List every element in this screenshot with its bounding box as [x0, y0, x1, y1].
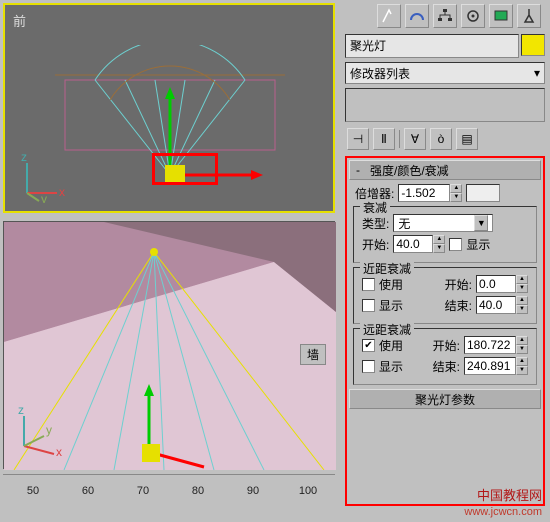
modifier-list-dropdown[interactable]: 修改器列表 ▾: [345, 62, 545, 84]
light-color-swatch[interactable]: [466, 184, 500, 202]
spin-down-icon[interactable]: ▼: [516, 366, 528, 375]
decay-group: 衰减 类型: 无 ▼ 开始: ▲▼ 显示: [353, 206, 537, 263]
near-start-label: 开始:: [445, 276, 472, 293]
svg-text:x: x: [56, 445, 62, 456]
decay-start-label: 开始:: [362, 236, 389, 253]
spin-down-icon[interactable]: ▼: [516, 345, 528, 354]
decay-type-select[interactable]: 无 ▼: [393, 214, 493, 232]
rollup-spotlight-title: 聚光灯参数: [415, 391, 475, 408]
near-show-checkbox[interactable]: [362, 299, 375, 312]
near-use-label: 使用: [379, 276, 403, 293]
show-end-result-button[interactable]: Ⅱ: [373, 128, 395, 150]
near-end-input[interactable]: [476, 296, 516, 314]
far-use-label: 使用: [379, 337, 403, 354]
decay-type-value: 无: [398, 215, 410, 232]
intensity-rollup-highlight: - 强度/颜色/衰减 倍增器: ▲▼ 衰减 类型: 无 ▼ 开始:: [345, 156, 545, 506]
configure-sets-button[interactable]: ▤: [456, 128, 478, 150]
spin-up-icon[interactable]: ▲: [516, 336, 528, 345]
object-color-swatch[interactable]: [521, 34, 545, 56]
chevron-down-icon: ▼: [474, 215, 488, 231]
decay-show-checkbox[interactable]: [449, 238, 462, 251]
highlight-box: [152, 153, 218, 185]
viewport-front-label: 前: [13, 11, 26, 30]
timeline-ruler[interactable]: 50 60 70 80 90 100: [3, 474, 335, 502]
decay-start-spinner[interactable]: ▲▼: [393, 235, 445, 253]
spin-down-icon[interactable]: ▼: [516, 284, 528, 293]
watermark-line2: www.jcwcn.com: [464, 506, 542, 518]
near-atten-title: 近距衰减: [360, 260, 414, 277]
chevron-down-icon: ▾: [534, 66, 540, 80]
far-start-spinner[interactable]: ▲▼: [464, 336, 528, 354]
far-atten-group: 远距衰减 ✔ 使用 开始: ▲▼ 显示 结束: ▲▼: [353, 328, 537, 385]
decay-type-label: 类型:: [362, 215, 389, 232]
far-use-checkbox[interactable]: ✔: [362, 339, 375, 352]
multiplier-input[interactable]: [398, 184, 450, 202]
spin-down-icon[interactable]: ▼: [450, 193, 462, 202]
object-name-input[interactable]: 聚光灯: [345, 34, 519, 58]
motion-tab[interactable]: [461, 4, 485, 28]
rollup-spotlight-header[interactable]: 聚光灯参数: [349, 389, 541, 409]
decay-show-label: 显示: [466, 236, 490, 253]
axis-indicator-bot: z x y: [14, 406, 64, 456]
far-end-spinner[interactable]: ▲▼: [464, 357, 528, 375]
ruler-tick-label: 60: [82, 485, 94, 497]
ruler-tick-label: 80: [192, 485, 204, 497]
svg-text:y: y: [46, 423, 52, 437]
rollup-intensity-title: 强度/颜色/衰减: [370, 162, 449, 179]
modifier-list-label: 修改器列表: [350, 65, 410, 82]
multiplier-spinner[interactable]: ▲▼: [398, 184, 462, 202]
far-start-label: 开始:: [433, 337, 460, 354]
near-start-input[interactable]: [476, 275, 516, 293]
viewport-perspective[interactable]: 墙 z x y: [3, 221, 335, 469]
near-end-label: 结束:: [445, 297, 472, 314]
spin-up-icon[interactable]: ▲: [516, 296, 528, 305]
far-show-checkbox[interactable]: [362, 360, 375, 373]
hierarchy-tab[interactable]: [433, 4, 457, 28]
spin-down-icon[interactable]: ▼: [433, 244, 445, 253]
display-tab[interactable]: [489, 4, 513, 28]
svg-text:z: z: [21, 153, 27, 164]
far-end-input[interactable]: [464, 357, 516, 375]
remove-modifier-button[interactable]: ò: [430, 128, 452, 150]
spin-down-icon[interactable]: ▼: [516, 305, 528, 314]
ruler-tick-label: 90: [247, 485, 259, 497]
spin-up-icon[interactable]: ▲: [450, 184, 462, 193]
near-start-spinner[interactable]: ▲▼: [476, 275, 528, 293]
pin-stack-button[interactable]: ⊣: [347, 128, 369, 150]
far-end-label: 结束:: [433, 358, 460, 375]
near-end-spinner[interactable]: ▲▼: [476, 296, 528, 314]
spin-up-icon[interactable]: ▲: [433, 235, 445, 244]
watermark-line1: 中国教程网: [477, 485, 542, 504]
near-show-label: 显示: [379, 297, 403, 314]
svg-text:x: x: [59, 185, 65, 199]
decay-start-input[interactable]: [393, 235, 433, 253]
far-atten-title: 远距衰减: [360, 321, 414, 338]
near-atten-group: 近距衰减 使用 开始: ▲▼ 显示 结束: ▲▼: [353, 267, 537, 324]
ruler-tick-label: 70: [137, 485, 149, 497]
axis-indicator-top: z x y: [17, 153, 67, 203]
viewport-front[interactable]: 前 z x y: [3, 3, 335, 213]
decay-group-title: 衰减: [360, 199, 390, 216]
command-panel-tabs: [345, 2, 545, 30]
near-use-checkbox[interactable]: [362, 278, 375, 291]
far-show-label: 显示: [379, 358, 403, 375]
utilities-tab[interactable]: [517, 4, 541, 28]
spin-up-icon[interactable]: ▲: [516, 275, 528, 284]
spin-up-icon[interactable]: ▲: [516, 357, 528, 366]
far-start-input[interactable]: [464, 336, 516, 354]
svg-text:z: z: [18, 406, 24, 417]
wall-label: 墙: [300, 344, 326, 365]
ruler-tick-label: 50: [27, 485, 39, 497]
create-tab[interactable]: [377, 4, 401, 28]
modifier-stack-toolbar: ⊣ Ⅱ ∀ ò ▤: [345, 126, 545, 152]
modifier-stack[interactable]: [345, 88, 545, 122]
make-unique-button[interactable]: ∀: [404, 128, 426, 150]
collapse-icon: -: [356, 163, 360, 177]
rollup-intensity-header[interactable]: - 强度/颜色/衰减: [349, 160, 541, 180]
ruler-tick-label: 100: [299, 485, 317, 497]
separator: [399, 130, 400, 148]
modify-tab[interactable]: [405, 4, 429, 28]
svg-text:y: y: [41, 192, 47, 203]
